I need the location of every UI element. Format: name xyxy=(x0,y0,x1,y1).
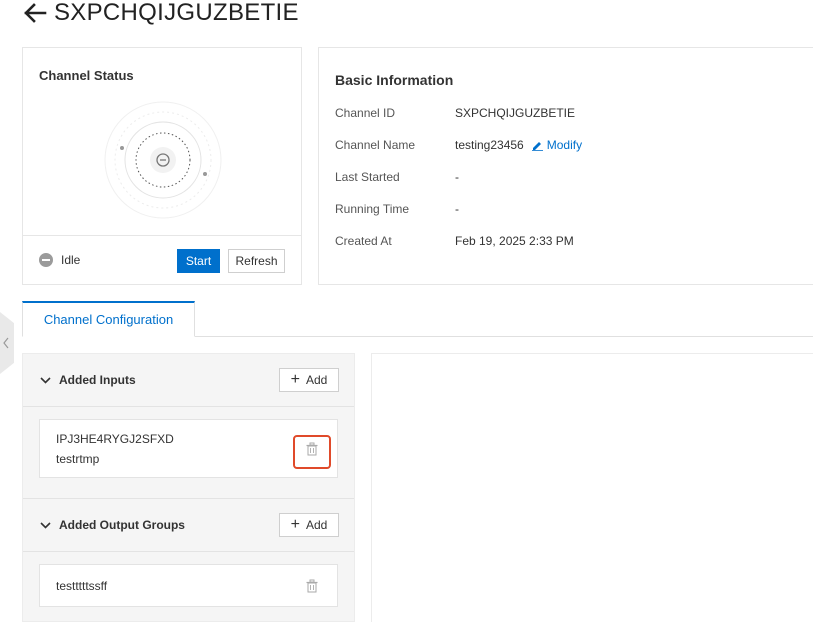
start-button[interactable]: Start xyxy=(177,249,220,273)
input-id: IPJ3HE4RYGJ2SFXD xyxy=(56,432,174,446)
info-row-created-at: Created At Feb 19, 2025 2:33 PM xyxy=(335,233,574,249)
status-footer: Idle Start Refresh xyxy=(23,235,301,285)
arrow-left-icon[interactable] xyxy=(22,0,48,26)
info-label: Channel ID xyxy=(335,106,396,120)
refresh-button[interactable]: Refresh xyxy=(228,249,285,273)
configuration-detail-panel xyxy=(371,353,813,622)
plus-icon: + xyxy=(290,371,300,388)
info-value: testing23456 xyxy=(455,138,524,152)
section-divider xyxy=(23,406,354,407)
idle-status-icon xyxy=(39,253,53,267)
trash-icon[interactable] xyxy=(305,579,319,593)
modify-label: Modify xyxy=(546,138,583,152)
inputs-section-header: Added Inputs + Add xyxy=(23,354,354,406)
input-name: testrtmp xyxy=(56,452,100,466)
info-row-channel-id: Channel ID SXPCHQIJGUZBETIE xyxy=(335,105,575,121)
output-group-name: testttttssff xyxy=(56,579,108,593)
basic-information-card: Basic Information Channel ID SXPCHQIJGUZ… xyxy=(318,47,813,285)
output-group-list-item[interactable]: testttttssff xyxy=(39,564,338,607)
outputs-section-header: Added Output Groups + Add xyxy=(23,499,354,551)
channel-status-title: Channel Status xyxy=(39,68,134,83)
outputs-section-title: Added Output Groups xyxy=(59,518,185,532)
info-label: Channel Name xyxy=(335,138,416,152)
page-title: SXPCHQIJGUZBETIE xyxy=(54,0,299,26)
info-row-running-time: Running Time - xyxy=(335,201,459,217)
info-row-channel-name: Channel Name testing23456 Modify xyxy=(335,137,582,153)
info-label: Created At xyxy=(335,234,392,248)
chevron-down-icon[interactable] xyxy=(39,374,51,386)
trash-icon[interactable] xyxy=(305,442,319,456)
info-value: - xyxy=(455,170,459,184)
add-output-group-button[interactable]: + Add xyxy=(279,513,339,537)
info-value: SXPCHQIJGUZBETIE xyxy=(455,106,576,120)
modify-link[interactable]: Modify xyxy=(531,138,583,152)
section-divider xyxy=(23,551,354,552)
info-value: - xyxy=(455,202,459,216)
add-label: Add xyxy=(305,518,328,532)
chevron-left-icon xyxy=(3,337,9,349)
tab-channel-configuration[interactable]: Channel Configuration xyxy=(22,301,195,337)
inputs-section-title: Added Inputs xyxy=(59,373,136,387)
sidebar-collapse-handle[interactable] xyxy=(0,312,14,374)
plus-icon: + xyxy=(290,516,300,533)
channel-status-card: Channel Status Idle Start Refresh xyxy=(22,47,302,285)
info-row-last-started: Last Started - xyxy=(335,169,459,185)
info-label: Last Started xyxy=(335,170,400,184)
basic-information-title: Basic Information xyxy=(335,72,454,88)
info-value: Feb 19, 2025 2:33 PM xyxy=(455,234,574,248)
input-list-item[interactable]: IPJ3HE4RYGJ2SFXD testrtmp xyxy=(39,419,338,478)
status-radar-graphic xyxy=(104,101,222,219)
page-header: SXPCHQIJGUZBETIE xyxy=(22,0,299,26)
add-input-button[interactable]: + Add xyxy=(279,368,339,392)
add-label: Add xyxy=(305,373,328,387)
configuration-left-panel: Added Inputs + Add IPJ3HE4RYGJ2SFXD test… xyxy=(22,353,355,622)
chevron-down-icon[interactable] xyxy=(39,519,51,531)
status-text: Idle xyxy=(61,253,81,267)
edit-icon xyxy=(531,141,543,151)
info-label: Running Time xyxy=(335,202,410,216)
